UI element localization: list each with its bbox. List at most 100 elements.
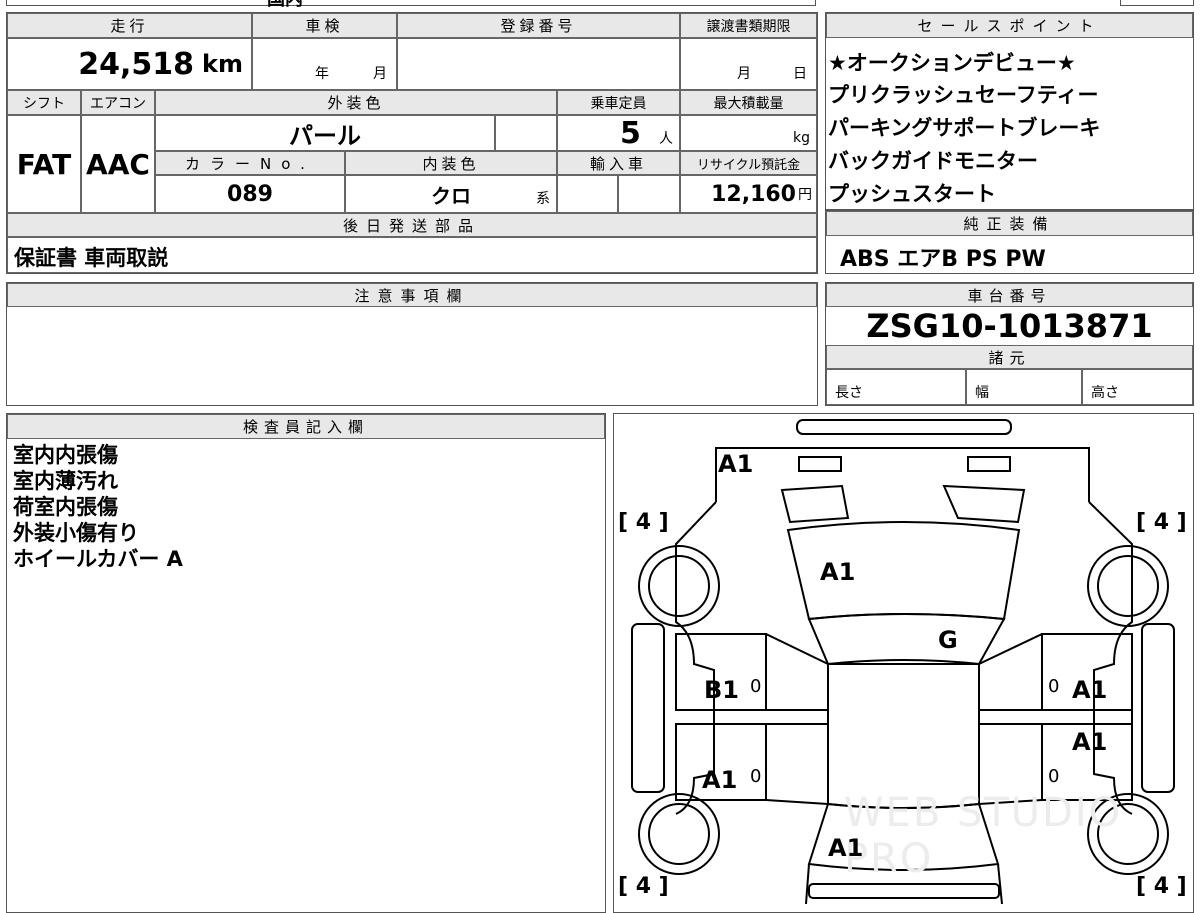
damage-mark-right-front-door: A1 [1072,676,1108,704]
equipment-label: 純正装備 [826,211,1193,236]
sales-points-label: セールスポイント [826,13,1193,38]
zero-mark: 0 [1048,766,1060,787]
transfer-cell: 月 日 [680,38,817,90]
dimension-length-cell: 長さ [826,369,966,405]
later-parts-cell: 保証書 車両取説 [7,237,817,273]
aircon-value: AAC [86,147,150,181]
chassis-cell: ZSG10-1013871 [826,307,1193,345]
dimension-width-label: 幅 [975,385,989,401]
import-label: 輸入車 [557,151,680,175]
damage-mark-right-rear-door: A1 [1072,728,1108,756]
damage-mark-left-rear-door: A1 [702,766,738,794]
capacity-label: 乗車定員 [557,90,680,115]
max-load-cell: kg [680,115,817,151]
exterior-color-extra [495,115,557,151]
dimensions-label: 諸元 [826,345,1193,369]
damage-mark-roof: G [938,626,958,654]
color-no-label: カラーNo. [155,151,345,175]
inspector-item: 室内内張傷 [13,443,118,467]
damage-mark-rear-glass: A1 [820,558,856,586]
recycle-value: 12,160 [711,181,796,207]
dimension-height-cell: 高さ [1082,369,1193,405]
tire-depth-top-right: [ 4 ] [1136,510,1187,535]
mileage-unit: km [202,50,243,78]
car-diagram-panel: WEB STUDIO PRO A1 A1 G B1 A1 A1 A1 A1 0 … [613,413,1194,913]
top-strip: 国内 [6,0,816,10]
tire-depth-bottom-left: [ 4 ] [618,874,669,899]
shift-cell: FAT [7,115,81,213]
color-no-cell: 089 [155,175,345,213]
recycle-label: リサイクル預託金 [680,151,817,175]
capacity-unit: 人 [659,131,673,147]
sales-point-item: プリクラッシュセーフティー [828,83,1099,107]
exterior-color-value: パール [289,121,361,150]
mileage-cell: 24,518 km [7,38,252,90]
zero-mark: 0 [750,676,762,697]
import-cell-1 [557,175,618,213]
top-strip-text: 国内 [267,0,303,11]
damage-mark-left-front-door: B1 [704,676,739,704]
registration-label: 登録番号 [397,13,680,38]
color-no-value: 089 [227,181,273,207]
watermark: WEB STUDIO PRO [844,790,1123,882]
shift-label: シフト [7,90,81,115]
sales-point-item: プッシュスタート [828,182,996,206]
recycle-unit: 円 [798,187,812,203]
interior-color-cell: クロ 系 [345,175,557,213]
chassis-value: ZSG10-1013871 [866,307,1153,345]
aircon-label: エアコン [81,90,155,115]
inspector-label: 検査員記入欄 [7,414,605,439]
dimension-width-cell: 幅 [966,369,1082,405]
dimension-height-label: 高さ [1091,385,1119,401]
top-strip-right [1120,0,1194,6]
sales-point-item: バックガイドモニター [828,149,1038,173]
damage-mark-hood: A1 [828,834,864,862]
interior-color-value: クロ [431,183,471,208]
aircon-cell: AAC [81,115,155,213]
dimension-length-label: 長さ [835,385,863,401]
later-parts-value: 保証書 車両取説 [14,246,169,270]
interior-color-suffix: 系 [536,191,550,207]
inspection-label: 車検 [252,13,397,38]
max-load-unit: kg [793,130,810,146]
chassis-label: 車台番号 [826,283,1193,307]
mileage-value: 24,518 [78,46,195,82]
recycle-cell: 12,160 円 [680,175,817,213]
transfer-day: 日 [793,66,807,82]
sales-point-item: パーキングサポートブレーキ [828,116,1101,140]
transfer-deadline-label: 譲渡書類期限 [680,13,817,38]
exterior-color-label: 外装色 [155,90,557,115]
sales-point-item: ★オークションデビュー★ [828,51,1076,75]
tire-depth-bottom-right: [ 4 ] [1136,874,1187,899]
inspector-panel: 検査員記入欄 室内内張傷 室内薄汚れ 荷室内張傷 外装小傷有り ホイールカバー … [6,413,606,913]
import-cell-2 [618,175,680,213]
inspection-year: 年 [315,66,329,82]
notes-label: 注意事項欄 [7,283,817,307]
notes-panel: 注意事項欄 [6,282,818,406]
equipment-panel: 純正装備 ABS エアB PS PW [825,210,1194,274]
inspector-item: 外装小傷有り [13,521,139,545]
exterior-color-cell: パール [155,115,495,151]
zero-mark: 0 [1048,676,1060,697]
mileage-label: 走行 [7,13,252,38]
inspector-item: 室内薄汚れ [13,469,118,493]
later-parts-label: 後日発送部品 [7,213,817,237]
capacity-cell: 5 人 [557,115,680,151]
equipment-value: ABS エアB PS PW [840,247,1046,272]
transfer-month: 月 [737,66,751,82]
tire-depth-top-left: [ 4 ] [618,510,669,535]
registration-cell [397,38,680,90]
inspection-cell: 年 月 [252,38,397,90]
spec-grid: 走行 車検 登録番号 譲渡書類期限 24,518 km 年 月 月 日 シフト … [6,12,818,274]
damage-mark-rear-top: A1 [718,450,754,478]
shift-value: FAT [16,147,72,181]
interior-color-label: 内装色 [345,151,557,175]
inspector-item: ホイールカバー A [13,547,183,571]
capacity-value: 5 [620,115,641,151]
max-load-label: 最大積載量 [680,90,817,115]
inspector-item: 荷室内張傷 [13,495,118,519]
sales-points-panel: セールスポイント ★オークションデビュー★ プリクラッシュセーフティー パーキン… [825,12,1194,210]
inspection-month: 月 [373,66,387,82]
zero-mark: 0 [750,766,762,787]
chassis-panel: 車台番号 ZSG10-1013871 諸元 長さ 幅 高さ [825,282,1194,406]
